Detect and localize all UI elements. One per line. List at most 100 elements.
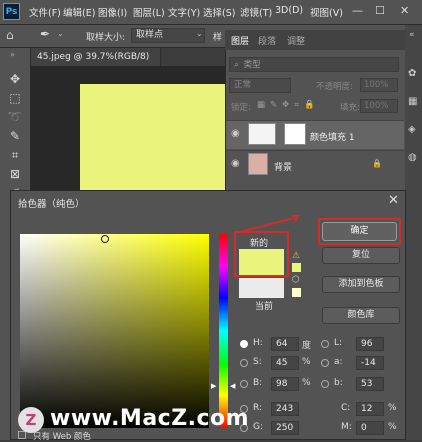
lasso-tool-icon[interactable]: ➰ — [6, 108, 24, 126]
menu-3d[interactable]: 3D(D) — [275, 5, 303, 16]
hue-slider[interactable] — [219, 234, 228, 428]
close-icon[interactable]: ✕ — [388, 193, 399, 208]
chevron-down-icon: ⌄ — [196, 29, 203, 38]
reset-button[interactable]: 复位 — [322, 247, 400, 264]
quick-select-tool-icon[interactable]: ✎ — [6, 127, 24, 145]
document-canvas[interactable] — [80, 84, 225, 196]
lightness-field[interactable]: 96 — [356, 337, 384, 351]
frame-tool-icon[interactable]: ⊠ — [6, 165, 24, 183]
collapse-icon[interactable]: « — [409, 30, 415, 40]
a-field[interactable]: -14 — [356, 356, 384, 370]
layers-panel-tabs — [225, 30, 405, 50]
close-icon[interactable]: ✕ — [400, 4, 409, 17]
radio-a[interactable] — [321, 359, 329, 367]
lock-icons[interactable]: ▦✎✥⌗🔒 — [257, 100, 320, 110]
saturation-brightness-field[interactable] — [20, 234, 209, 428]
lock-label: 锁定: — [231, 103, 251, 113]
menu-file[interactable]: 文件(F) — [29, 5, 61, 19]
eyedropper-icon[interactable]: ✒ — [40, 27, 50, 41]
radio-saturation[interactable] — [240, 359, 248, 367]
palette-icon[interactable]: ✿ — [408, 68, 416, 79]
photoshop-logo: Ps — [3, 3, 20, 20]
hue-slider-right-arrow[interactable]: ◀ — [230, 382, 235, 390]
green-label: G: — [253, 422, 264, 432]
add-to-swatches-button[interactable]: 添加到色板 — [322, 276, 400, 293]
hue-field[interactable]: 64 — [271, 337, 299, 351]
chevron-down-icon[interactable]: ⌄ — [57, 29, 64, 38]
hue-slider-left-arrow[interactable]: ▶ — [211, 382, 216, 390]
menu-view[interactable]: 视图(V) — [310, 5, 343, 19]
lock-icon: 🔒 — [372, 159, 382, 168]
cyan-field[interactable]: 12 — [356, 402, 384, 416]
blend-mode-select[interactable]: 正常 — [229, 78, 291, 93]
color-field-cursor[interactable] — [101, 235, 109, 243]
channels-icon[interactable]: ◍ — [408, 152, 417, 163]
move-tool-icon[interactable]: ✥ — [6, 70, 24, 88]
menu-type[interactable]: 文字(Y) — [168, 5, 200, 19]
web-color-swatch[interactable] — [292, 288, 301, 297]
web-colors-checkbox[interactable] — [18, 431, 26, 439]
watermark-text: www.MacZ.com — [50, 406, 250, 431]
menu-layer[interactable]: 图层(L) — [133, 5, 165, 19]
menu-select[interactable]: 选择(S) — [203, 5, 235, 19]
saturation-label: S: — [253, 357, 262, 367]
red-field[interactable]: 243 — [271, 402, 299, 416]
menu-edit[interactable]: 编辑(E) — [63, 5, 95, 19]
saturation-field[interactable]: 45 — [271, 356, 299, 370]
collapse-icon[interactable]: » — [10, 50, 15, 59]
new-color-highlight — [234, 231, 289, 277]
green-field[interactable]: 250 — [271, 421, 299, 435]
home-icon[interactable]: ⌂ — [6, 28, 14, 42]
magenta-field[interactable]: 0 — [356, 421, 384, 435]
document-tab-label: 45.jpeg @ 39.7%(RGB/8) — [37, 52, 150, 62]
grid-icon[interactable]: ▦ — [408, 96, 417, 107]
fill-label: 填充: — [340, 103, 360, 113]
web-safe-cube-icon[interactable]: ⬡ — [292, 275, 300, 285]
eye-icon[interactable]: ◉ — [231, 158, 240, 169]
tab-adjustments[interactable]: 调整 — [287, 34, 305, 47]
layer-name[interactable]: 颜色填充 1 — [310, 130, 355, 143]
cyan-unit: % — [388, 403, 397, 413]
marquee-tool-icon[interactable]: ⬚ — [6, 89, 24, 107]
maximize-icon[interactable]: ☐ — [375, 4, 385, 17]
minimize-icon[interactable]: — — [352, 4, 363, 17]
brightness-label: B: — [253, 378, 263, 388]
crop-tool-icon[interactable]: ⌗ — [6, 146, 24, 164]
sample-size-select[interactable]: 取样点 — [131, 28, 205, 43]
b-field[interactable]: 53 — [356, 377, 384, 391]
hue-label: H: — [253, 338, 263, 348]
out-of-gamut-warning-icon[interactable]: ⚠ — [292, 251, 300, 261]
gamut-color-swatch[interactable] — [292, 263, 301, 272]
document-tab[interactable]: 45.jpeg @ 39.7%(RGB/8) × — [31, 48, 161, 80]
menu-image[interactable]: 图像(I) — [98, 5, 127, 19]
layer-kind-label: 类型 — [243, 60, 261, 70]
tab-layers[interactable]: 图层 — [231, 34, 249, 47]
layer-kind-filter[interactable]: ⌕ 类型 — [229, 57, 399, 72]
tab-paragraph[interactable]: 段落 — [258, 34, 276, 47]
brightness-field[interactable]: 98 — [271, 377, 299, 391]
hue-unit: 度 — [302, 341, 312, 351]
menu-filter[interactable]: 滤镜(T) — [240, 5, 272, 19]
layers-icon[interactable]: ◈ — [408, 124, 416, 135]
color-libraries-button[interactable]: 颜色库 — [322, 307, 400, 324]
current-color-label: 当前 — [255, 302, 274, 312]
annotation-arrow-icon — [239, 215, 300, 233]
radio-lightness[interactable] — [321, 340, 329, 348]
brightness-unit: % — [302, 378, 311, 388]
ok-button[interactable]: 确定 — [322, 222, 397, 241]
saturation-unit: % — [302, 357, 311, 367]
sample-size-label: 取样大小: — [86, 33, 126, 43]
radio-hue[interactable] — [240, 340, 248, 348]
b-label: b: — [334, 378, 343, 388]
lightness-label: L: — [334, 338, 343, 348]
search-icon: ⌕ — [234, 60, 239, 70]
fill-field[interactable]: 100% — [360, 99, 398, 113]
eye-icon[interactable]: ◉ — [231, 128, 240, 139]
radio-b[interactable] — [321, 380, 329, 388]
radio-brightness[interactable] — [240, 380, 248, 388]
current-color-swatch[interactable] — [239, 278, 284, 298]
fill-layer-thumbnail — [248, 123, 276, 145]
a-label: a: — [334, 357, 343, 367]
layer-name[interactable]: 背景 — [274, 160, 292, 173]
opacity-field[interactable]: 100% — [360, 78, 398, 92]
